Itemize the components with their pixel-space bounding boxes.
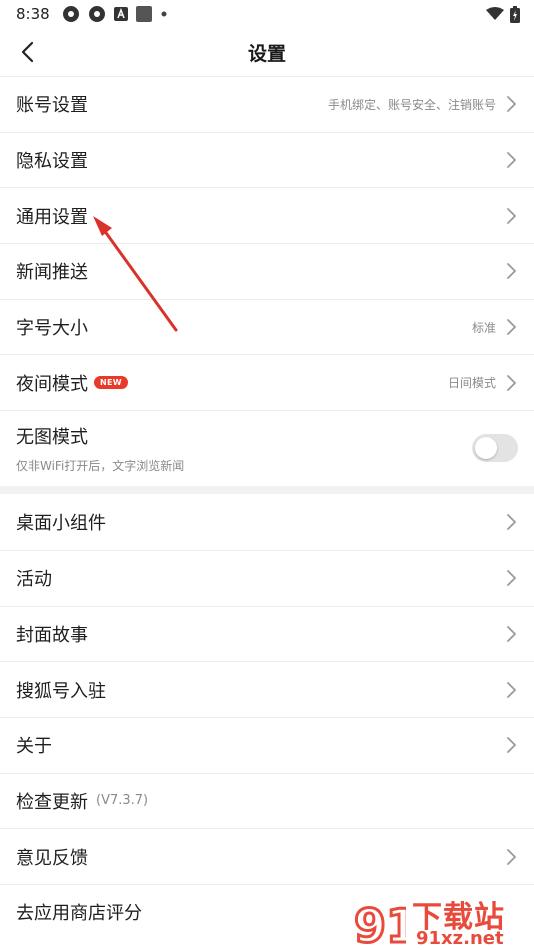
setting-row-push[interactable]: 新闻推送 <box>0 243 534 299</box>
setting-label: 意见反馈 <box>16 847 88 869</box>
back-button[interactable] <box>12 36 42 68</box>
chevron-right-icon <box>507 319 516 335</box>
settings-list: 账号设置 手机绑定、账号安全、注销账号 隐私设置 通用设置 新闻推送 字号大小 … <box>0 76 534 940</box>
setting-row-cover-story[interactable]: 封面故事 <box>0 605 534 662</box>
setting-label: 去应用商店评分 <box>16 903 142 925</box>
toggle-knob <box>475 437 497 460</box>
chevron-right-icon <box>507 374 516 391</box>
setting-hint: 日间模式 <box>447 376 496 391</box>
setting-label: 无图模式 <box>16 427 88 449</box>
setting-row-about[interactable]: 关于 <box>0 716 534 773</box>
chevron-right-icon <box>507 207 516 224</box>
status-notification-icons <box>62 5 168 23</box>
wifi-icon <box>486 7 504 20</box>
setting-hint: 手机绑定、账号安全、注销账号 <box>327 97 496 112</box>
setting-row-no-image-mode: 无图模式 仅非WiFi打开后，文字浏览新闻 <box>0 410 534 486</box>
setting-label: 账号设置 <box>16 95 88 117</box>
chevron-right-icon <box>507 96 516 113</box>
setting-label: 隐私设置 <box>16 151 88 173</box>
setting-label: 搜狐号入驻 <box>16 680 106 702</box>
chevron-right-icon <box>507 570 516 587</box>
setting-row-sohu-account[interactable]: 搜狐号入驻 <box>0 661 534 717</box>
setting-row-general[interactable]: 通用设置 <box>0 187 534 243</box>
new-badge: NEW <box>94 376 128 390</box>
chevron-right-icon <box>507 681 516 698</box>
more-notifications-dot-icon <box>161 11 167 17</box>
status-time: 8:38 <box>16 5 50 23</box>
chevron-right-icon <box>507 263 516 280</box>
status-bar: 8:38 <box>0 0 534 28</box>
chevron-right-icon <box>507 625 516 642</box>
app-notification-icon <box>62 6 79 22</box>
site-watermark: 91 下载站 91xz.net <box>352 892 532 950</box>
setting-label: 通用设置 <box>16 206 88 228</box>
battery-icon <box>510 5 520 23</box>
setting-row-privacy[interactable]: 隐私设置 <box>0 131 534 188</box>
app-version: (V7.3.7) <box>96 793 149 809</box>
page-title: 设置 <box>247 42 286 65</box>
setting-description: 仅非WiFi打开后，文字浏览新闻 <box>16 459 185 474</box>
setting-row-account[interactable]: 账号设置 手机绑定、账号安全、注销账号 <box>0 76 534 132</box>
no-image-mode-toggle[interactable] <box>472 434 518 463</box>
app-square-icon <box>135 6 152 22</box>
setting-label: 桌面小组件 <box>16 512 106 534</box>
nav-bar: 设置 <box>0 28 534 76</box>
setting-row-widget[interactable]: 桌面小组件 <box>0 494 534 550</box>
section-divider <box>0 486 534 495</box>
status-system-icons <box>486 5 520 23</box>
app-a-icon <box>113 7 128 21</box>
watermark-domain: 91xz.net <box>416 928 504 949</box>
setting-label: 封面故事 <box>16 624 88 646</box>
setting-label: 夜间模式 <box>16 373 88 395</box>
watermark-logo-digits: 91 <box>354 899 406 950</box>
setting-label: 新闻推送 <box>16 262 88 284</box>
setting-row-font-size[interactable]: 字号大小 标准 <box>0 298 534 355</box>
chevron-right-icon <box>507 848 516 865</box>
setting-row-night-mode[interactable]: 夜间模式 NEW 日间模式 <box>0 354 534 410</box>
setting-row-activity[interactable]: 活动 <box>0 549 534 606</box>
setting-hint: 标准 <box>471 320 496 335</box>
chevron-right-icon <box>507 737 516 754</box>
setting-label: 检查更新 <box>16 791 88 813</box>
chevron-left-icon <box>21 41 34 63</box>
setting-row-check-update[interactable]: 检查更新 (V7.3.7) <box>0 772 534 829</box>
setting-label: 活动 <box>16 569 52 591</box>
setting-row-feedback[interactable]: 意见反馈 <box>0 828 534 884</box>
chevron-right-icon <box>507 514 516 530</box>
setting-label: 字号大小 <box>16 318 88 340</box>
setting-label: 关于 <box>16 736 52 758</box>
chevron-right-icon <box>507 152 516 168</box>
watermark-logo-icon: 91 <box>353 898 407 950</box>
app-notification-icon <box>88 6 105 22</box>
